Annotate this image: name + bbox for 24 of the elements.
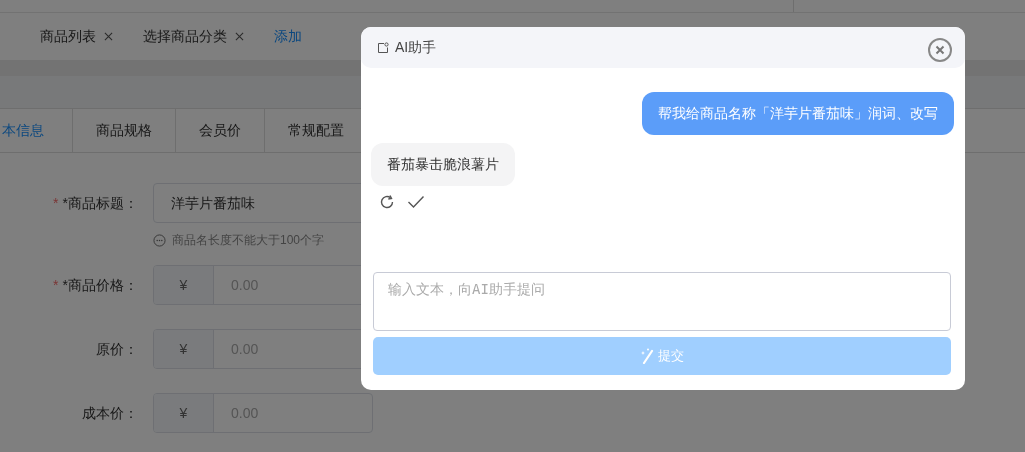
field-label: 原价： (96, 341, 138, 357)
form-tab[interactable]: 商品规格 (73, 109, 176, 152)
field-label: *商品价格： (62, 277, 138, 293)
dialog-title: AI助手 (395, 38, 437, 57)
form-tab[interactable]: 会员价 (176, 109, 265, 152)
refresh-icon[interactable] (379, 194, 395, 210)
page-tab[interactable]: 商品列表 (40, 27, 113, 46)
magic-wand-icon (640, 348, 654, 364)
form-tab[interactable]: 本信息 (0, 109, 73, 152)
field-label: 成本价： (82, 405, 138, 421)
info-icon (153, 233, 166, 247)
assistant-message: 番茄暴击脆浪薯片 (371, 143, 515, 186)
check-icon[interactable] (407, 195, 425, 209)
close-icon[interactable] (928, 37, 952, 62)
close-icon[interactable] (104, 32, 113, 41)
page-tab[interactable]: 选择商品分类 (143, 27, 244, 46)
user-message: 帮我给商品名称「洋芋片番茄味」润词、改写 (642, 92, 954, 135)
question-field[interactable]: 输入文本，向AI助手提问 (373, 272, 951, 331)
close-icon[interactable] (235, 32, 244, 41)
edit-note-icon (377, 41, 389, 54)
required-mark: * (53, 277, 59, 293)
field-label: *商品标题： (62, 195, 138, 211)
required-mark: * (53, 195, 59, 211)
page-tab[interactable]: 添加 (274, 27, 302, 46)
